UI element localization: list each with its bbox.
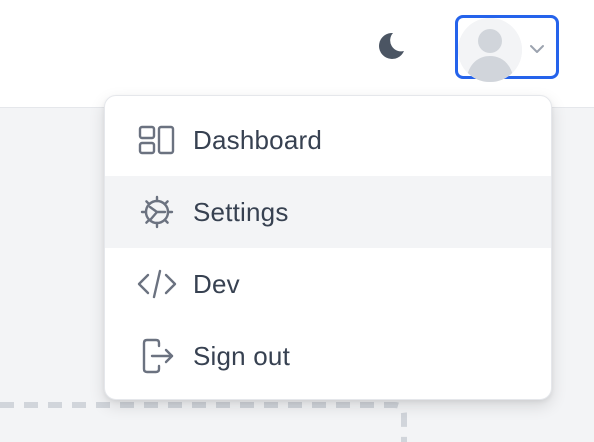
user-menu-button[interactable] (455, 15, 559, 82)
menu-item-dashboard[interactable]: Dashboard (105, 104, 551, 176)
menu-item-label: Settings (193, 196, 289, 227)
chevron-down-icon (528, 40, 546, 58)
dashboard-icon (137, 120, 177, 160)
theme-toggle-button[interactable] (370, 28, 410, 68)
user-dropdown-menu: Dashboard Settings Dev Sign out (104, 95, 552, 400)
dashed-drop-zone-border (0, 402, 407, 442)
menu-item-label: Sign out (193, 340, 291, 371)
menu-item-label: Dev (193, 268, 240, 299)
menu-item-settings[interactable]: Settings (105, 176, 551, 248)
menu-item-label: Dashboard (193, 124, 322, 155)
code-icon (137, 264, 177, 304)
moon-icon (373, 29, 407, 68)
menu-item-sign-out[interactable]: Sign out (105, 320, 551, 392)
sign-out-icon (137, 336, 177, 376)
gear-icon (137, 192, 177, 232)
top-header (0, 0, 594, 108)
dropdown-menu-list: Dashboard Settings Dev Sign out (105, 96, 551, 399)
menu-item-dev[interactable]: Dev (105, 248, 551, 320)
user-avatar-icon (458, 18, 522, 82)
